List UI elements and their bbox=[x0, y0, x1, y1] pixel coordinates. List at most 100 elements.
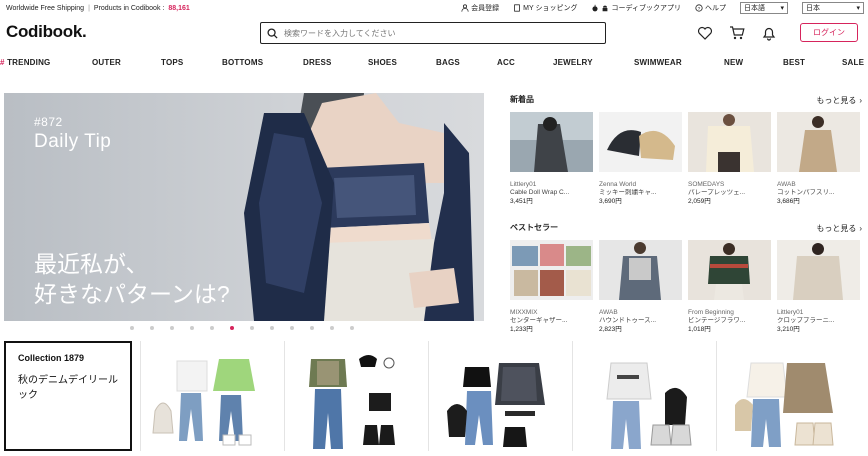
product-card[interactable]: AWAB コットンパフスリ... 3,686円 bbox=[777, 112, 860, 206]
product-price: 3,210円 bbox=[777, 326, 800, 333]
product-name: ハウンドトゥース... bbox=[599, 317, 657, 324]
product-card[interactable]: AWAB ハウンドトゥース... 2,823円 bbox=[599, 240, 682, 334]
new-items-more-link[interactable]: もっと見る › bbox=[816, 94, 862, 106]
product-card[interactable]: Littlery01 Cable Doll Wrap C... 3,451円 bbox=[510, 112, 593, 206]
my-shopping-link[interactable]: MY ショッピング bbox=[513, 3, 577, 13]
product-image bbox=[688, 240, 771, 300]
site-logo[interactable]: Codibook. bbox=[6, 22, 87, 42]
product-brand: MIXXMIX bbox=[510, 309, 538, 316]
carousel-dot[interactable] bbox=[130, 326, 134, 330]
hero-headline-line1: 最近私が、 bbox=[34, 251, 149, 277]
apple-icon bbox=[592, 4, 599, 12]
carousel-dot[interactable] bbox=[310, 326, 314, 330]
collection-name: 秋のデニムデイリールック bbox=[18, 375, 118, 401]
heart-icon[interactable] bbox=[697, 25, 713, 41]
signup-link[interactable]: 会員登録 bbox=[461, 3, 499, 13]
look-image bbox=[606, 362, 692, 449]
carousel-dot[interactable] bbox=[350, 326, 354, 330]
android-icon bbox=[603, 5, 608, 12]
language-select[interactable]: 日本語 ▾ bbox=[740, 2, 788, 14]
look-card[interactable] bbox=[716, 341, 864, 451]
hero-banner[interactable]: #872 Daily Tip 最近私が、 好きなパターンは? bbox=[4, 93, 484, 321]
product-brand: AWAB bbox=[599, 309, 618, 316]
hero-headline-line2: 好きなパターンは? bbox=[34, 281, 230, 307]
product-image bbox=[510, 240, 593, 300]
carousel-dot[interactable] bbox=[270, 326, 274, 330]
new-items-section: 新着品 もっと見る › Littlery01 Cable Doll Wrap C.… bbox=[510, 94, 862, 206]
best-sellers-title: ベストセラー bbox=[510, 223, 559, 232]
look-card[interactable] bbox=[428, 341, 560, 451]
nav-item-outer[interactable]: OUTER bbox=[92, 58, 121, 67]
look-card[interactable] bbox=[140, 341, 272, 451]
nav-item-acc[interactable]: ACC bbox=[497, 58, 515, 67]
product-price: 1,233円 bbox=[510, 326, 533, 333]
nav-item-dress[interactable]: DRESS bbox=[303, 58, 332, 67]
app-link[interactable]: コーディブックアプリ bbox=[591, 3, 681, 13]
look-card[interactable] bbox=[572, 341, 704, 451]
product-price: 2,823円 bbox=[599, 326, 622, 333]
hero-number: #872 bbox=[34, 115, 63, 129]
product-card[interactable]: MIXXMIX センターギャザー... 1,233円 bbox=[510, 240, 593, 334]
product-image bbox=[599, 240, 682, 300]
hero-title: Daily Tip bbox=[34, 131, 112, 152]
cart-icon[interactable] bbox=[729, 25, 745, 41]
help-link[interactable]: ? ヘルプ bbox=[695, 3, 726, 13]
nav-item-jewelry[interactable]: JEWELRY bbox=[553, 58, 593, 67]
product-card[interactable]: Littlery01 クロップブラーニ... 3,210円 bbox=[777, 240, 860, 334]
nav-item-swimwear[interactable]: SWIMWEAR bbox=[634, 58, 682, 67]
help-icon: ? bbox=[695, 4, 703, 12]
carousel-dot[interactable] bbox=[150, 326, 154, 330]
product-card[interactable]: Zenna World ミッキー刺繍キャ... 3,690円 bbox=[599, 112, 682, 206]
carousel-dot-active[interactable] bbox=[230, 326, 234, 330]
site-header: Codibook. ログイン bbox=[0, 16, 868, 52]
product-brand: Littlery01 bbox=[510, 181, 537, 188]
chevron-down-icon: ▾ bbox=[780, 5, 784, 12]
search-input[interactable] bbox=[284, 28, 605, 38]
country-select[interactable]: 日本 ▾ bbox=[802, 2, 864, 14]
nav-item-trending[interactable]: # TRENDING bbox=[0, 58, 50, 67]
look-card[interactable] bbox=[284, 341, 416, 451]
bell-icon[interactable] bbox=[761, 25, 777, 41]
free-shipping-text: Worldwide Free Shipping bbox=[6, 4, 85, 12]
nav-item-tops[interactable]: TOPS bbox=[161, 58, 183, 67]
carousel-dot[interactable] bbox=[210, 326, 214, 330]
product-price: 3,690円 bbox=[599, 198, 622, 205]
nav-item-best[interactable]: BEST bbox=[783, 58, 805, 67]
product-image bbox=[777, 240, 860, 300]
look-image bbox=[447, 363, 545, 447]
product-price: 2,059円 bbox=[688, 198, 711, 205]
carousel-dot[interactable] bbox=[330, 326, 334, 330]
carousel-dots bbox=[130, 326, 354, 330]
search-bar[interactable] bbox=[260, 22, 606, 44]
nav-item-shoes[interactable]: SHOES bbox=[368, 58, 397, 67]
nav-item-sale[interactable]: SALE bbox=[842, 58, 864, 67]
collection-card[interactable]: Collection 1879 秋のデニムデイリールック bbox=[4, 341, 132, 451]
nav-item-bags[interactable]: BAGS bbox=[436, 58, 460, 67]
carousel-dot[interactable] bbox=[250, 326, 254, 330]
nav-item-bottoms[interactable]: BOTTOMS bbox=[222, 58, 263, 67]
product-brand: AWAB bbox=[777, 181, 796, 188]
best-sellers-more-link[interactable]: もっと見る › bbox=[816, 222, 862, 234]
collection-title: Collection 1879 bbox=[18, 353, 85, 363]
product-brand: From Beginning bbox=[688, 309, 734, 316]
look-image bbox=[309, 355, 395, 449]
look-image bbox=[152, 359, 255, 446]
category-nav: # TRENDING OUTER TOPS BOTTOMS DRESS SHOE… bbox=[0, 52, 868, 74]
product-name: Cable Doll Wrap C... bbox=[510, 189, 570, 196]
svg-text:?: ? bbox=[698, 6, 701, 12]
product-price: 3,686円 bbox=[777, 198, 800, 205]
nav-item-new[interactable]: NEW bbox=[724, 58, 743, 67]
chevron-right-icon: › bbox=[859, 95, 862, 105]
top-bar: Worldwide Free Shipping | Products in Co… bbox=[0, 0, 868, 16]
product-image bbox=[688, 112, 771, 172]
search-icon[interactable] bbox=[267, 27, 278, 39]
carousel-dot[interactable] bbox=[170, 326, 174, 330]
product-card[interactable]: SOMEDAYS パレープレッツェ... 2,059円 bbox=[688, 112, 771, 206]
look-image bbox=[735, 362, 834, 447]
product-card[interactable]: From Beginning ビンテージフラワ... 1,018円 bbox=[688, 240, 771, 334]
carousel-dot[interactable] bbox=[190, 326, 194, 330]
carousel-dot[interactable] bbox=[290, 326, 294, 330]
login-button[interactable]: ログイン bbox=[800, 23, 858, 42]
product-name: パレープレッツェ... bbox=[688, 189, 746, 196]
product-brand: SOMEDAYS bbox=[688, 181, 725, 188]
